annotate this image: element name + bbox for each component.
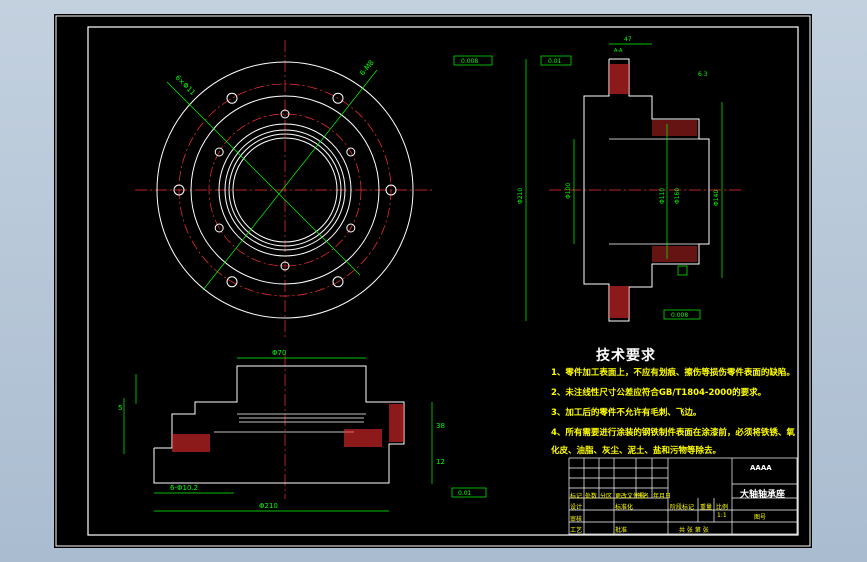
sheet-outer-border xyxy=(55,15,811,547)
dim-overall-dia: Φ210 xyxy=(259,502,278,510)
cad-drawing: 6×Φ11 6-M8 Φ70 6-Φ10.2 Φ210 5 12 38 0.01… xyxy=(55,15,811,547)
tech-req-line-1: 1、零件加工表面上，不应有划痕、擦伤等损伤零件表面的缺陷。 xyxy=(551,368,795,378)
tb-sheet-info: 共 张 第 张 xyxy=(679,527,709,534)
side-label-d5: Φ160 xyxy=(674,188,681,204)
dim-thickness-1: 5 xyxy=(118,404,122,412)
tb-cell-review: 审核 xyxy=(570,516,583,523)
tech-req-line-2: 2、未注线性尺寸公差应符合GB/T1804-2000的要求。 xyxy=(551,388,767,398)
tech-req-line-4: 4、所有需要进行涂装的钢铁制件表面在涂漆前，必须将铁锈、氧 xyxy=(551,428,795,438)
tb-part-name: 大轴轴承座 xyxy=(740,490,786,500)
dim-bolt-circle: 6×Φ11 xyxy=(174,74,197,97)
tb-cell-standard: 标准化 xyxy=(615,504,634,511)
side-hatch-mid-bottom xyxy=(652,246,697,262)
bottom-outline xyxy=(153,365,405,484)
tb-cell-design: 设计 xyxy=(570,504,583,511)
tb-cell-approve: 批准 xyxy=(615,527,628,534)
outer-bolt-hole xyxy=(226,92,238,104)
tb-cell-ratio: 比例 xyxy=(716,504,729,511)
front-view: 6×Φ11 6-M8 xyxy=(135,40,435,340)
tb-drawing-no: 图号 xyxy=(754,514,767,521)
side-hatch-mid-top xyxy=(652,120,697,136)
drawing-sheet: 6×Φ11 6-M8 Φ70 6-Φ10.2 Φ210 5 12 38 0.01… xyxy=(54,14,812,548)
tb-cell-sign: 签名 xyxy=(637,493,650,500)
gdt-bottom-value: 0.01 xyxy=(458,490,472,497)
tb-cell-mark: 标记 xyxy=(570,493,583,500)
tech-req-line-3: 3、加工后的零件不允许有毛刺、飞边。 xyxy=(551,408,702,418)
datum-box xyxy=(677,265,688,276)
tb-cell-weight: 重量 xyxy=(700,504,713,511)
tech-req-title: 技术要求 xyxy=(596,348,656,364)
side-label-d2: Φ100 xyxy=(565,183,572,199)
hatch-mid xyxy=(344,429,382,447)
side-label-d4: Φ140 xyxy=(713,190,720,206)
tb-scale: 1:1 xyxy=(717,512,727,519)
side-label-d1: Φ210 xyxy=(517,188,524,204)
dim-thickness-2: 12 xyxy=(436,458,445,466)
roughness-value: 6.3 xyxy=(698,71,708,78)
dim-bolt-holes: 6-Φ10.2 xyxy=(170,484,198,492)
hatch-left xyxy=(172,434,210,452)
side-hatch-bottom xyxy=(609,286,629,318)
tb-cell-count: 处数 xyxy=(585,493,598,500)
gdt-value-2: 0.01 xyxy=(548,58,562,65)
side-dim-width: 47 xyxy=(624,36,632,43)
cad-viewport[interactable]: 6×Φ11 6-M8 Φ70 6-Φ10.2 Φ210 5 12 38 0.01… xyxy=(0,0,867,562)
tb-cell-date: 年月日 xyxy=(653,493,672,500)
section-view-side: 47 Φ210 Φ100 Φ110 Φ140 Φ160 A-A 0.008 0.… xyxy=(453,36,744,322)
dim-top-dia: Φ70 xyxy=(272,349,286,357)
gdt-value-1: 0.008 xyxy=(461,58,478,65)
dim-height-right: 38 xyxy=(436,422,445,430)
gdt-value-3: 0.008 xyxy=(671,312,688,319)
section-view-bottom: Φ70 6-Φ10.2 Φ210 5 12 38 0.01 xyxy=(118,349,487,512)
tb-material: AAAA xyxy=(750,464,772,472)
section-marker: A-A xyxy=(614,48,623,54)
side-label-d3: Φ110 xyxy=(659,188,666,204)
side-hatch-top xyxy=(609,64,629,94)
tb-cell-process: 工艺 xyxy=(570,527,583,534)
tech-req-line-5: 化皮、油脂、灰尘、泥土、盐和污物等除去。 xyxy=(551,446,722,456)
hatch-right xyxy=(389,404,404,442)
tb-cell-stage: 阶段标记 xyxy=(670,504,695,511)
tb-cell-zone: 分区 xyxy=(600,493,613,500)
